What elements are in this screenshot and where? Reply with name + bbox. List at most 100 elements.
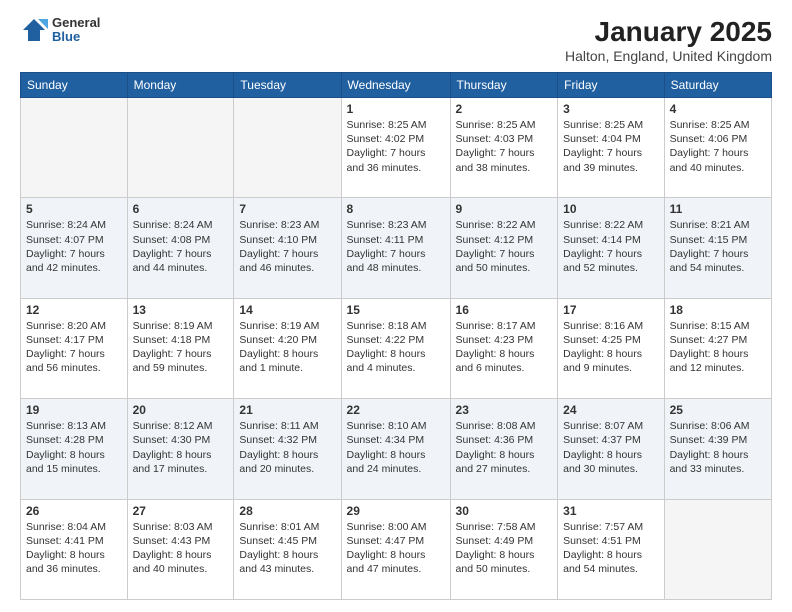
day-number: 28 xyxy=(239,504,335,518)
day-number: 7 xyxy=(239,202,335,216)
table-row: 6 Sunrise: 8:24 AMSunset: 4:08 PMDaylight… xyxy=(127,198,234,298)
table-row: 14Sunrise: 8:19 AMSunset: 4:20 PMDayligh… xyxy=(234,298,341,398)
col-friday: Friday xyxy=(558,73,664,98)
table-row: 29 Sunrise: 8:00 AMSunset: 4:47 PMDayligh… xyxy=(341,499,450,599)
day-number: 13 xyxy=(133,303,229,317)
day-info: Sunrise: 8:01 AMSunset: 4:45 PMDaylight:… xyxy=(239,520,335,577)
header: General Blue January 2025 Halton, Englan… xyxy=(20,16,772,64)
table-row: 21Sunrise: 8:11 AMSunset: 4:32 PMDayligh… xyxy=(234,399,341,499)
col-saturday: Saturday xyxy=(664,73,771,98)
calendar-week-row: 26 Sunrise: 8:04 AMSunset: 4:41 PMDayligh… xyxy=(21,499,772,599)
table-row: 26 Sunrise: 8:04 AMSunset: 4:41 PMDayligh… xyxy=(21,499,128,599)
table-row: 17Sunrise: 8:16 AMSunset: 4:25 PMDayligh… xyxy=(558,298,664,398)
day-number: 30 xyxy=(456,504,553,518)
table-row: 27Sunrise: 8:03 AMSunset: 4:43 PMDayligh… xyxy=(127,499,234,599)
header-row: Sunday Monday Tuesday Wednesday Thursday… xyxy=(21,73,772,98)
table-row: 10 Sunrise: 8:22 AMSunset: 4:14 PMDayligh… xyxy=(558,198,664,298)
day-info: Sunrise: 8:08 AMSunset: 4:36 PMDaylight:… xyxy=(456,419,553,476)
day-info: Sunrise: 8:23 AMSunset: 4:11 PMDaylight:… xyxy=(347,218,445,275)
table-row: 18Sunrise: 8:15 AMSunset: 4:27 PMDayligh… xyxy=(664,298,771,398)
table-row: 9 Sunrise: 8:22 AMSunset: 4:12 PMDaylight… xyxy=(450,198,558,298)
day-number: 10 xyxy=(563,202,658,216)
day-info: Sunrise: 8:06 AMSunset: 4:39 PMDaylight:… xyxy=(670,419,766,476)
day-info: Sunrise: 8:15 AMSunset: 4:27 PMDaylight:… xyxy=(670,319,766,376)
day-number: 26 xyxy=(26,504,122,518)
logo-blue-label: Blue xyxy=(52,30,100,44)
col-sunday: Sunday xyxy=(21,73,128,98)
day-info: Sunrise: 8:17 AMSunset: 4:23 PMDaylight:… xyxy=(456,319,553,376)
logo-icon xyxy=(20,16,48,44)
table-row: 28 Sunrise: 8:01 AMSunset: 4:45 PMDayligh… xyxy=(234,499,341,599)
table-row: 3 Sunrise: 8:25 AMSunset: 4:04 PMDaylight… xyxy=(558,98,664,198)
calendar-table: Sunday Monday Tuesday Wednesday Thursday… xyxy=(20,72,772,600)
col-monday: Monday xyxy=(127,73,234,98)
day-number: 6 xyxy=(133,202,229,216)
table-row: 2 Sunrise: 8:25 AMSunset: 4:03 PMDaylight… xyxy=(450,98,558,198)
table-row: 16Sunrise: 8:17 AMSunset: 4:23 PMDayligh… xyxy=(450,298,558,398)
day-info: Sunrise: 8:21 AMSunset: 4:15 PMDaylight:… xyxy=(670,218,766,275)
day-info: Sunrise: 8:12 AMSunset: 4:30 PMDaylight:… xyxy=(133,419,229,476)
table-row: 7 Sunrise: 8:23 AMSunset: 4:10 PMDaylight… xyxy=(234,198,341,298)
table-row: 24 Sunrise: 8:07 AMSunset: 4:37 PMDayligh… xyxy=(558,399,664,499)
day-info: Sunrise: 8:22 AMSunset: 4:14 PMDaylight:… xyxy=(563,218,658,275)
calendar-week-row: 12Sunrise: 8:20 AMSunset: 4:17 PMDayligh… xyxy=(21,298,772,398)
day-number: 14 xyxy=(239,303,335,317)
table-row xyxy=(127,98,234,198)
page: General Blue January 2025 Halton, Englan… xyxy=(0,0,792,612)
day-info: Sunrise: 8:16 AMSunset: 4:25 PMDaylight:… xyxy=(563,319,658,376)
calendar-week-row: 19 Sunrise: 8:13 AMSunset: 4:28 PMDayligh… xyxy=(21,399,772,499)
day-info: Sunrise: 8:22 AMSunset: 4:12 PMDaylight:… xyxy=(456,218,553,275)
day-info: Sunrise: 8:25 AMSunset: 4:03 PMDaylight:… xyxy=(456,118,553,175)
table-row: 4 Sunrise: 8:25 AMSunset: 4:06 PMDaylight… xyxy=(664,98,771,198)
col-thursday: Thursday xyxy=(450,73,558,98)
table-row: 5Sunrise: 8:24 AMSunset: 4:07 PMDaylight… xyxy=(21,198,128,298)
table-row: 31 Sunrise: 7:57 AMSunset: 4:51 PMDayligh… xyxy=(558,499,664,599)
day-info: Sunrise: 8:13 AMSunset: 4:28 PMDaylight:… xyxy=(26,419,122,476)
day-number: 8 xyxy=(347,202,445,216)
day-info: Sunrise: 8:04 AMSunset: 4:41 PMDaylight:… xyxy=(26,520,122,577)
day-number: 3 xyxy=(563,102,658,116)
day-number: 2 xyxy=(456,102,553,116)
day-info: Sunrise: 8:11 AMSunset: 4:32 PMDaylight:… xyxy=(239,419,335,476)
calendar-week-row: 1Sunrise: 8:25 AMSunset: 4:02 PMDaylight… xyxy=(21,98,772,198)
day-info: Sunrise: 7:57 AMSunset: 4:51 PMDaylight:… xyxy=(563,520,658,577)
day-info: Sunrise: 8:25 AMSunset: 4:06 PMDaylight:… xyxy=(670,118,766,175)
day-number: 9 xyxy=(456,202,553,216)
table-row: 1Sunrise: 8:25 AMSunset: 4:02 PMDaylight… xyxy=(341,98,450,198)
day-number: 29 xyxy=(347,504,445,518)
day-number: 24 xyxy=(563,403,658,417)
day-number: 11 xyxy=(670,202,766,216)
table-row: 13 Sunrise: 8:19 AMSunset: 4:18 PMDayligh… xyxy=(127,298,234,398)
logo-general-label: General xyxy=(52,16,100,30)
location-title: Halton, England, United Kingdom xyxy=(565,48,772,64)
table-row: 20Sunrise: 8:12 AMSunset: 4:30 PMDayligh… xyxy=(127,399,234,499)
day-info: Sunrise: 8:25 AMSunset: 4:02 PMDaylight:… xyxy=(347,118,445,175)
table-row: 12Sunrise: 8:20 AMSunset: 4:17 PMDayligh… xyxy=(21,298,128,398)
day-info: Sunrise: 8:00 AMSunset: 4:47 PMDaylight:… xyxy=(347,520,445,577)
title-block: January 2025 Halton, England, United Kin… xyxy=(565,16,772,64)
logo-text: General Blue xyxy=(52,16,100,45)
table-row xyxy=(234,98,341,198)
day-info: Sunrise: 8:23 AMSunset: 4:10 PMDaylight:… xyxy=(239,218,335,275)
day-info: Sunrise: 7:58 AMSunset: 4:49 PMDaylight:… xyxy=(456,520,553,577)
day-number: 19 xyxy=(26,403,122,417)
day-number: 15 xyxy=(347,303,445,317)
col-wednesday: Wednesday xyxy=(341,73,450,98)
month-title: January 2025 xyxy=(565,16,772,48)
table-row: 19 Sunrise: 8:13 AMSunset: 4:28 PMDayligh… xyxy=(21,399,128,499)
table-row: 15Sunrise: 8:18 AMSunset: 4:22 PMDayligh… xyxy=(341,298,450,398)
calendar-week-row: 5Sunrise: 8:24 AMSunset: 4:07 PMDaylight… xyxy=(21,198,772,298)
table-row: 22Sunrise: 8:10 AMSunset: 4:34 PMDayligh… xyxy=(341,399,450,499)
table-row xyxy=(21,98,128,198)
table-row: 11 Sunrise: 8:21 AMSunset: 4:15 PMDayligh… xyxy=(664,198,771,298)
day-info: Sunrise: 8:25 AMSunset: 4:04 PMDaylight:… xyxy=(563,118,658,175)
table-row: 23Sunrise: 8:08 AMSunset: 4:36 PMDayligh… xyxy=(450,399,558,499)
day-info: Sunrise: 8:24 AMSunset: 4:07 PMDaylight:… xyxy=(26,218,122,275)
day-info: Sunrise: 8:19 AMSunset: 4:18 PMDaylight:… xyxy=(133,319,229,376)
day-info: Sunrise: 8:07 AMSunset: 4:37 PMDaylight:… xyxy=(563,419,658,476)
day-number: 12 xyxy=(26,303,122,317)
day-info: Sunrise: 8:24 AMSunset: 4:08 PMDaylight:… xyxy=(133,218,229,275)
day-number: 31 xyxy=(563,504,658,518)
day-number: 22 xyxy=(347,403,445,417)
day-number: 4 xyxy=(670,102,766,116)
